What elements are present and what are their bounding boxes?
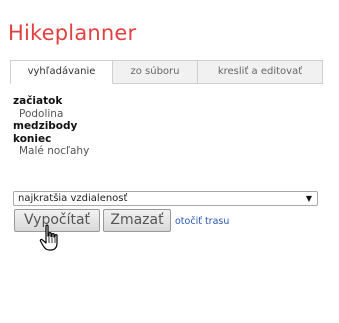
reverse-route-link[interactable]: otočiť trasu [175,216,229,228]
tab-from-file[interactable]: zo súboru [113,60,198,84]
dropdown-arrow-icon: ▼ [305,194,312,203]
route-criteria-select[interactable]: najkratšia vzdialenosť ▼ [13,191,318,206]
hand-pointer-icon [39,224,61,252]
via-label: medzibody [13,120,78,132]
start-label: začiatok [13,95,63,107]
start-value: Podolina [19,107,64,120]
route-criteria-value: najkratšia vzdialenosť [18,193,128,204]
route-summary: začiatok Podolina medzibody koniec Malé … [13,95,313,158]
mode-tabs: vyhľadávanie zo súboru kresliť a editova… [10,60,323,84]
tab-draw-edit[interactable]: kresliť a editovať [198,60,323,84]
clear-button[interactable]: Zmazať [103,209,171,232]
end-value: Malé nocľahy [19,145,90,157]
end-label: koniec [13,132,52,145]
hikeplanner-panel: Hikeplanner vyhľadávanie zo súboru kresl… [0,0,339,323]
tab-search[interactable]: vyhľadávanie [10,60,113,84]
app-title: Hikeplanner [8,21,137,45]
